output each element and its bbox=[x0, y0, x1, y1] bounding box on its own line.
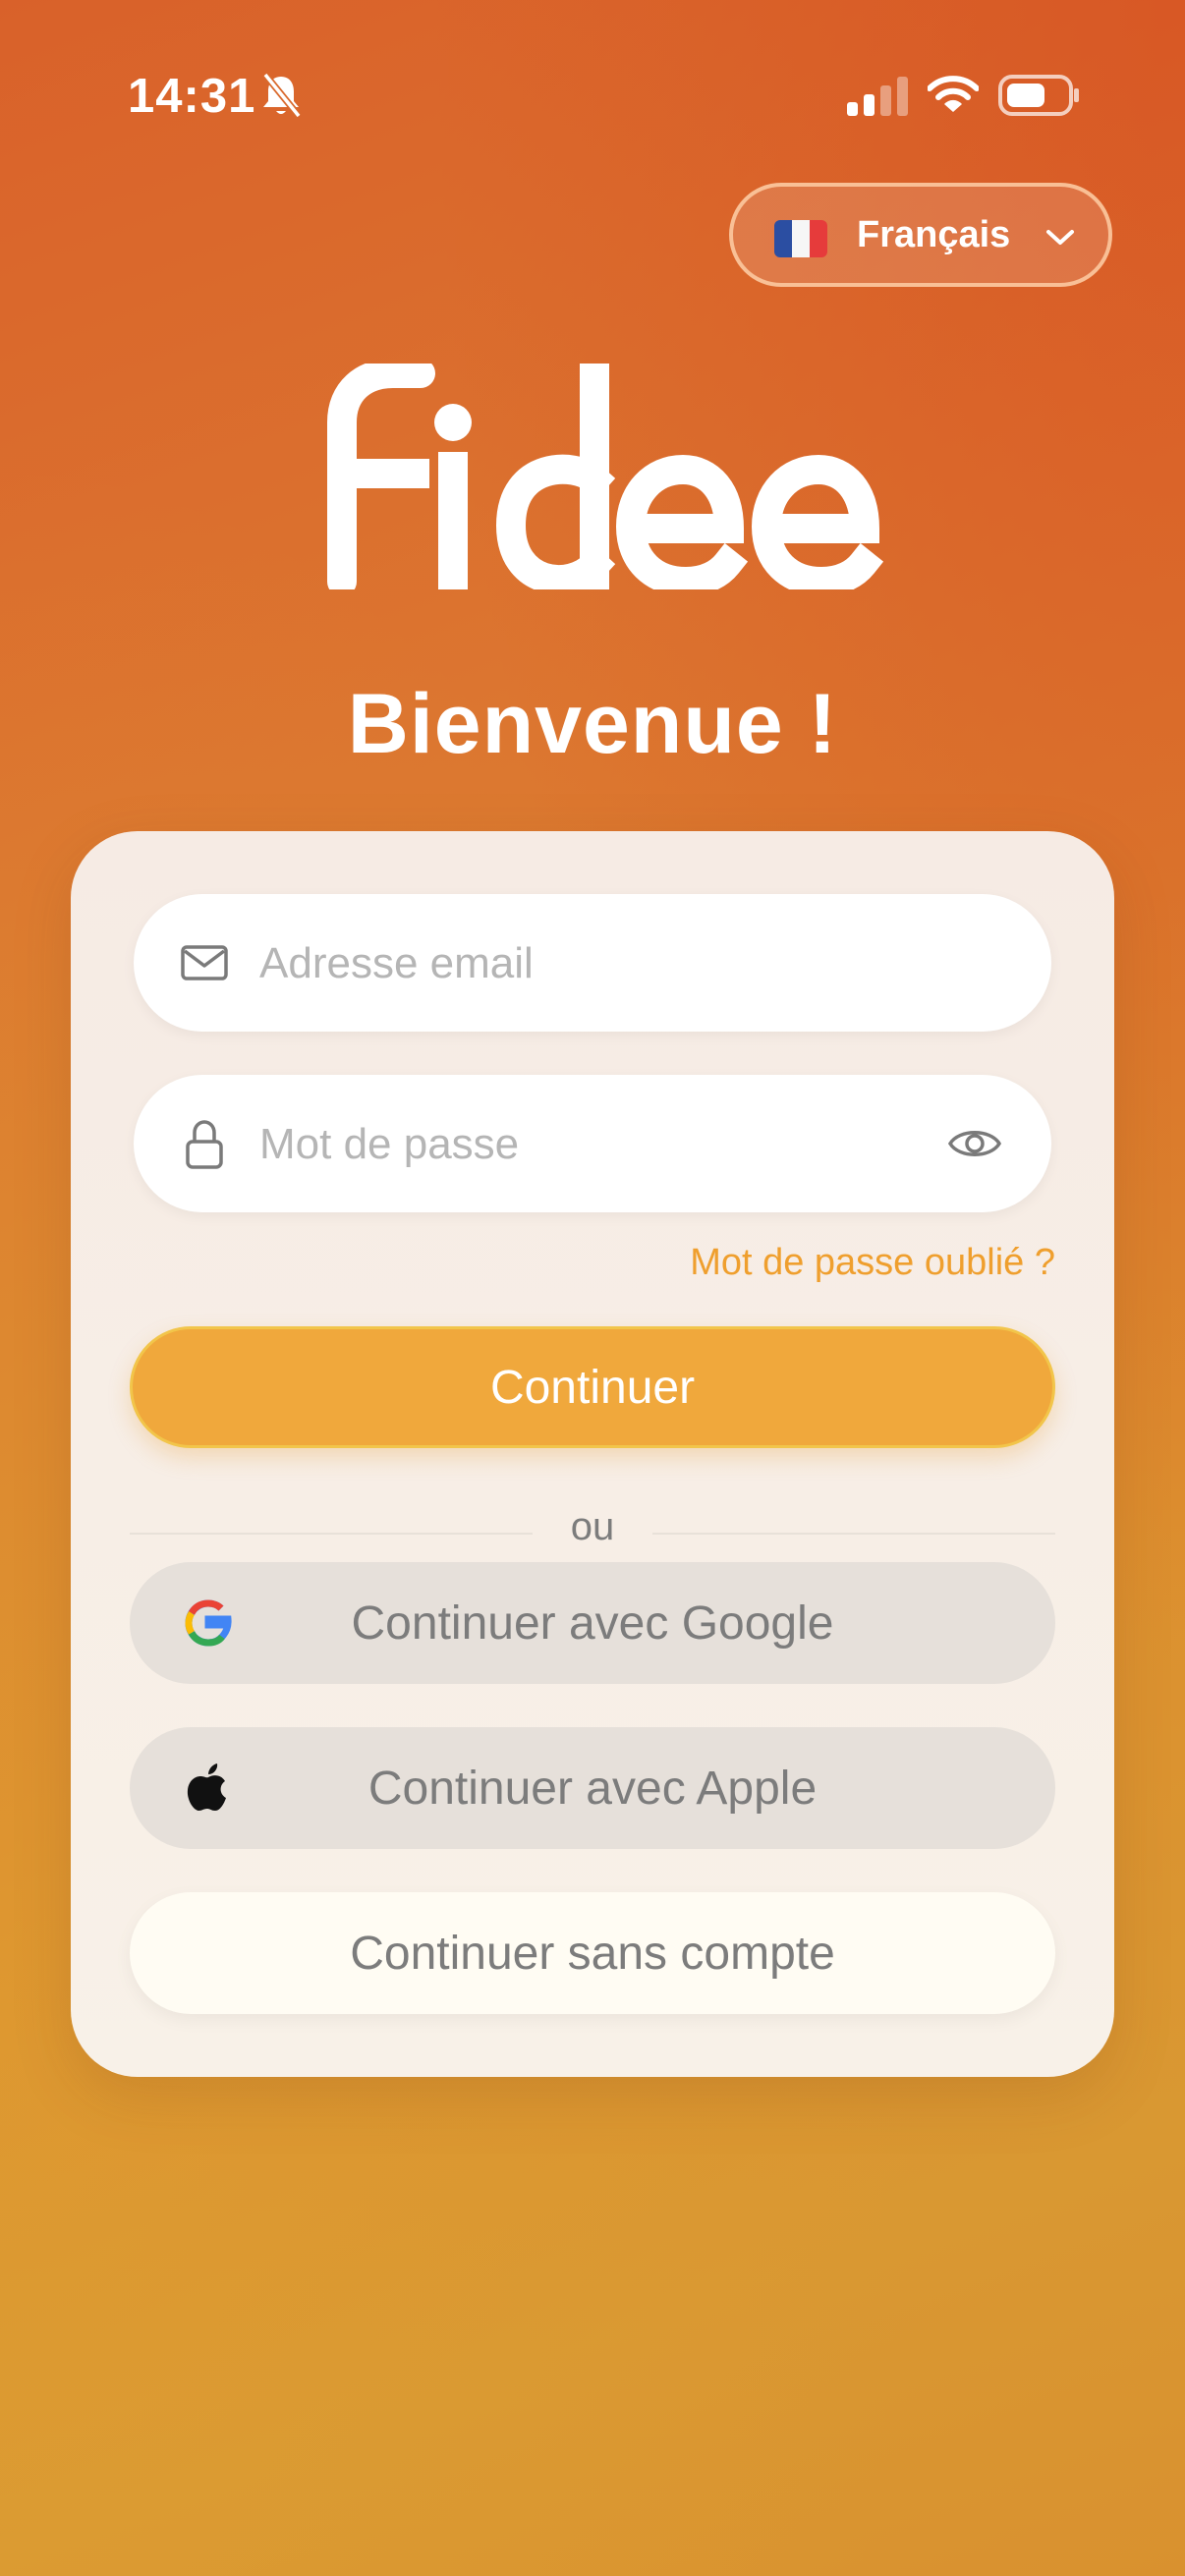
language-label: Français bbox=[857, 214, 1011, 255]
password-placeholder: Mot de passe bbox=[259, 1120, 520, 1168]
welcome-title: Bienvenue ! bbox=[347, 677, 838, 771]
chevron-down-icon bbox=[1046, 230, 1074, 245]
envelope-icon bbox=[181, 945, 228, 980]
apple-icon bbox=[187, 1764, 226, 1811]
guest-continue-button[interactable]: Continuer sans compte bbox=[130, 1892, 1055, 2014]
status-time: 14:31 bbox=[128, 70, 256, 123]
password-field[interactable]: Mot de passe bbox=[134, 1075, 1051, 1212]
or-divider: ou bbox=[130, 1503, 1055, 1562]
email-placeholder: Adresse email bbox=[259, 939, 534, 987]
fidee-logo bbox=[327, 364, 884, 589]
france-flag-icon bbox=[774, 220, 827, 257]
lock-icon bbox=[186, 1120, 223, 1169]
guest-label: Continuer sans compte bbox=[350, 1927, 835, 1980]
eye-icon[interactable] bbox=[947, 1118, 1002, 1169]
email-field[interactable]: Adresse email bbox=[134, 894, 1051, 1032]
apple-signin-button[interactable]: Continuer avec Apple bbox=[130, 1727, 1055, 1849]
google-label: Continuer avec Google bbox=[351, 1596, 834, 1650]
google-icon bbox=[185, 1599, 232, 1647]
wifi-icon bbox=[928, 76, 979, 112]
login-card: Adresse email Mot de passe Mot de passe … bbox=[71, 831, 1114, 2077]
language-selector[interactable]: Français bbox=[729, 183, 1112, 287]
google-signin-button[interactable]: Continuer avec Google bbox=[130, 1562, 1055, 1684]
cellular-signal-icon bbox=[847, 77, 908, 116]
forgot-password-link[interactable]: Mot de passe oublié ? bbox=[690, 1242, 1055, 1284]
battery-icon bbox=[998, 75, 1079, 116]
continue-label: Continuer bbox=[489, 1361, 696, 1414]
apple-label: Continuer avec Apple bbox=[367, 1762, 818, 1815]
or-label: ou bbox=[570, 1505, 615, 1548]
continue-button[interactable]: Continuer bbox=[130, 1326, 1055, 1448]
silent-bell-icon bbox=[262, 72, 302, 119]
